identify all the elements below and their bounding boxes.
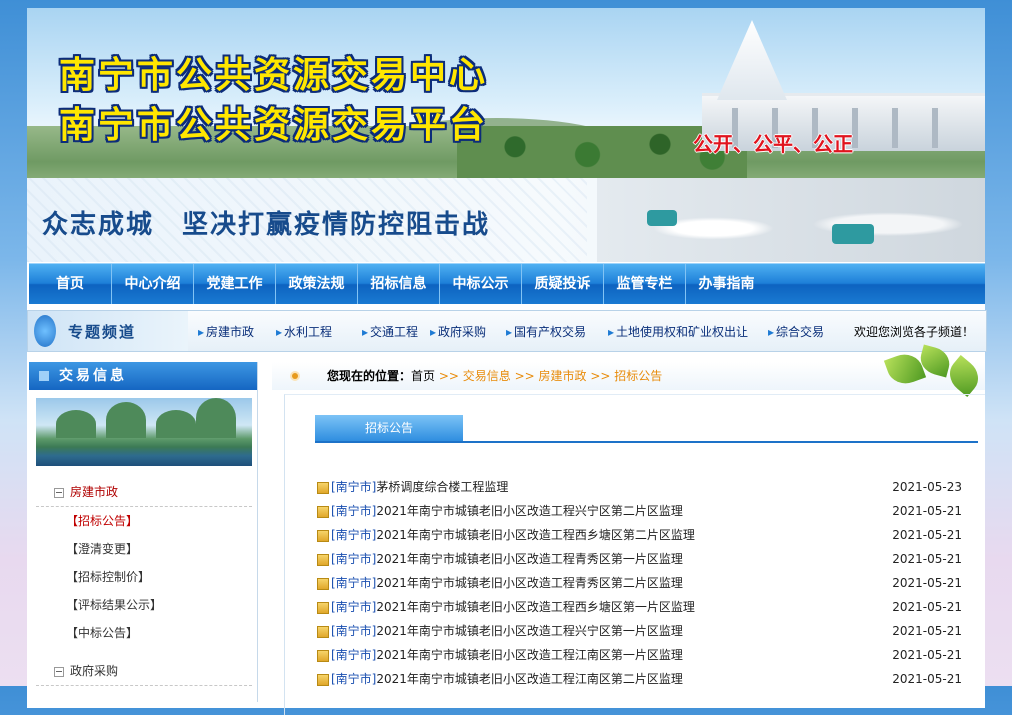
- list-item[interactable]: [南宁市]2021年南宁市城镇老旧小区改造工程江南区第一片区监理 2021-05-…: [315, 643, 970, 667]
- banner-dome: [717, 20, 787, 100]
- nav-supervision[interactable]: 监管专栏: [604, 264, 686, 304]
- tab-tender-notice[interactable]: 招标公告: [315, 415, 463, 441]
- topic-link-land-mining[interactable]: 土地使用权和矿业权出让: [608, 323, 748, 340]
- document-icon: [317, 554, 329, 566]
- nav-party-building[interactable]: 党建工作: [194, 264, 276, 304]
- document-icon: [317, 602, 329, 614]
- square-icon: [39, 371, 49, 381]
- sidebar-item-tender-notice[interactable]: 【招标公告】: [36, 507, 252, 535]
- breadcrumb-path[interactable]: >> 交易信息 >> 房建市政 >> 招标公告: [435, 369, 662, 383]
- topic-link-comprehensive[interactable]: 综合交易: [768, 323, 824, 340]
- list-item[interactable]: [南宁市]2021年南宁市城镇老旧小区改造工程江南区第二片区监理 2021-05-…: [315, 667, 970, 691]
- topic-link-traffic[interactable]: 交通工程: [362, 323, 418, 340]
- bullet-icon: [292, 373, 298, 379]
- topic-label: 专题频道: [28, 311, 188, 351]
- sidebar-category-procurement[interactable]: 政府采购: [36, 657, 252, 686]
- nav-service-guide[interactable]: 办事指南: [686, 264, 767, 304]
- sidebar-landscape-image: [36, 398, 252, 466]
- document-icon: [317, 578, 329, 590]
- banner-slogan: 公开、公平、公正: [693, 132, 853, 156]
- nav-award-notice[interactable]: 中标公示: [440, 264, 522, 304]
- document-icon: [317, 674, 329, 686]
- sidebar-item-clarification[interactable]: 【澄清变更】: [36, 535, 252, 563]
- content-panel: 招标公告 [南宁市]茅桥调度综合楼工程监理 2021-05-23 [南宁市]202…: [284, 394, 985, 715]
- list-item[interactable]: [南宁市]2021年南宁市城镇老旧小区改造工程西乡塘区第一片区监理 2021-05…: [315, 595, 970, 619]
- topic-link-procurement[interactable]: 政府采购: [430, 323, 486, 340]
- main-content: 您现在的位置：首页 >> 交易信息 >> 房建市政 >> 招标公告 招标公告 […: [272, 344, 986, 715]
- site-title: 南宁市公共资源交易中心: [59, 54, 489, 96]
- nav-tender-info[interactable]: 招标信息: [358, 264, 440, 304]
- topic-link-water[interactable]: 水利工程: [276, 323, 332, 340]
- list-item[interactable]: [南宁市]2021年南宁市城镇老旧小区改造工程西乡塘区第二片区监理 2021-05…: [315, 523, 970, 547]
- announcement-list: [南宁市]茅桥调度综合楼工程监理 2021-05-23 [南宁市]2021年南宁市…: [315, 475, 970, 691]
- tab-bar: 招标公告: [315, 415, 978, 443]
- sidebar-category-construction[interactable]: 房建市政: [36, 478, 252, 507]
- document-icon: [317, 530, 329, 542]
- nav-center-intro[interactable]: 中心介绍: [112, 264, 194, 304]
- sidebar-item-award-notice[interactable]: 【中标公告】: [36, 619, 252, 647]
- expand-icon: [54, 487, 64, 498]
- nav-complaints[interactable]: 质疑投诉: [522, 264, 604, 304]
- list-item[interactable]: [南宁市]2021年南宁市城镇老旧小区改造工程青秀区第二片区监理 2021-05-…: [315, 571, 970, 595]
- main-nav: 首页 中心介绍 党建工作 政策法规 招标信息 中标公示 质疑投诉 监管专栏 办事…: [29, 263, 985, 304]
- nav-policy[interactable]: 政策法规: [276, 264, 358, 304]
- topic-link-construction[interactable]: 房建市政: [198, 323, 254, 340]
- channel-icon: [34, 315, 56, 347]
- campaign-text: 众志成城 坚决打赢疫情防控阻击战: [42, 210, 491, 240]
- list-item[interactable]: [南宁市]2021年南宁市城镇老旧小区改造工程兴宁区第二片区监理 2021-05-…: [315, 499, 970, 523]
- nav-home[interactable]: 首页: [29, 264, 112, 304]
- sidebar: 交易信息 房建市政 【招标公告】 【澄清变更】 【招标控制价】 【评标结果公示】…: [29, 362, 258, 702]
- sidebar-menu: 房建市政 【招标公告】 【澄清变更】 【招标控制价】 【评标结果公示】 【中标公…: [36, 478, 252, 686]
- topic-channel-bar: 专题频道 房建市政 水利工程 交通工程 政府采购 国有产权交易 土地使用权和矿业…: [27, 310, 987, 352]
- topic-link-state-assets[interactable]: 国有产权交易: [506, 323, 586, 340]
- campaign-banner: 众志成城 坚决打赢疫情防控阻击战: [27, 178, 985, 262]
- mask-image: [832, 224, 874, 244]
- mask-image: [647, 210, 677, 226]
- document-icon: [317, 650, 329, 662]
- breadcrumb-home[interactable]: 首页: [411, 369, 435, 383]
- list-item[interactable]: [南宁市]2021年南宁市城镇老旧小区改造工程兴宁区第一片区监理 2021-05-…: [315, 619, 970, 643]
- header-banner: 南宁市公共资源交易中心 南宁市公共资源交易平台 公开、公平、公正: [27, 8, 985, 178]
- document-icon: [317, 506, 329, 518]
- page-wrapper: 南宁市公共资源交易中心 南宁市公共资源交易平台 公开、公平、公正 众志成城 坚决…: [27, 8, 987, 715]
- list-item[interactable]: [南宁市]茅桥调度综合楼工程监理 2021-05-23: [315, 475, 970, 499]
- site-subtitle: 南宁市公共资源交易平台: [59, 104, 489, 146]
- document-icon: [317, 482, 329, 494]
- sidebar-item-evaluation-result[interactable]: 【评标结果公示】: [36, 591, 252, 619]
- document-icon: [317, 626, 329, 638]
- sidebar-header: 交易信息: [29, 362, 257, 390]
- list-item[interactable]: [南宁市]2021年南宁市城镇老旧小区改造工程青秀区第一片区监理 2021-05-…: [315, 547, 970, 571]
- leaf-decoration-icon: [868, 344, 988, 398]
- breadcrumb-label: 您现在的位置：: [327, 369, 412, 383]
- expand-icon: [54, 666, 64, 677]
- welcome-text: 欢迎您浏览各子频道！: [854, 325, 975, 339]
- sidebar-item-control-price[interactable]: 【招标控制价】: [36, 563, 252, 591]
